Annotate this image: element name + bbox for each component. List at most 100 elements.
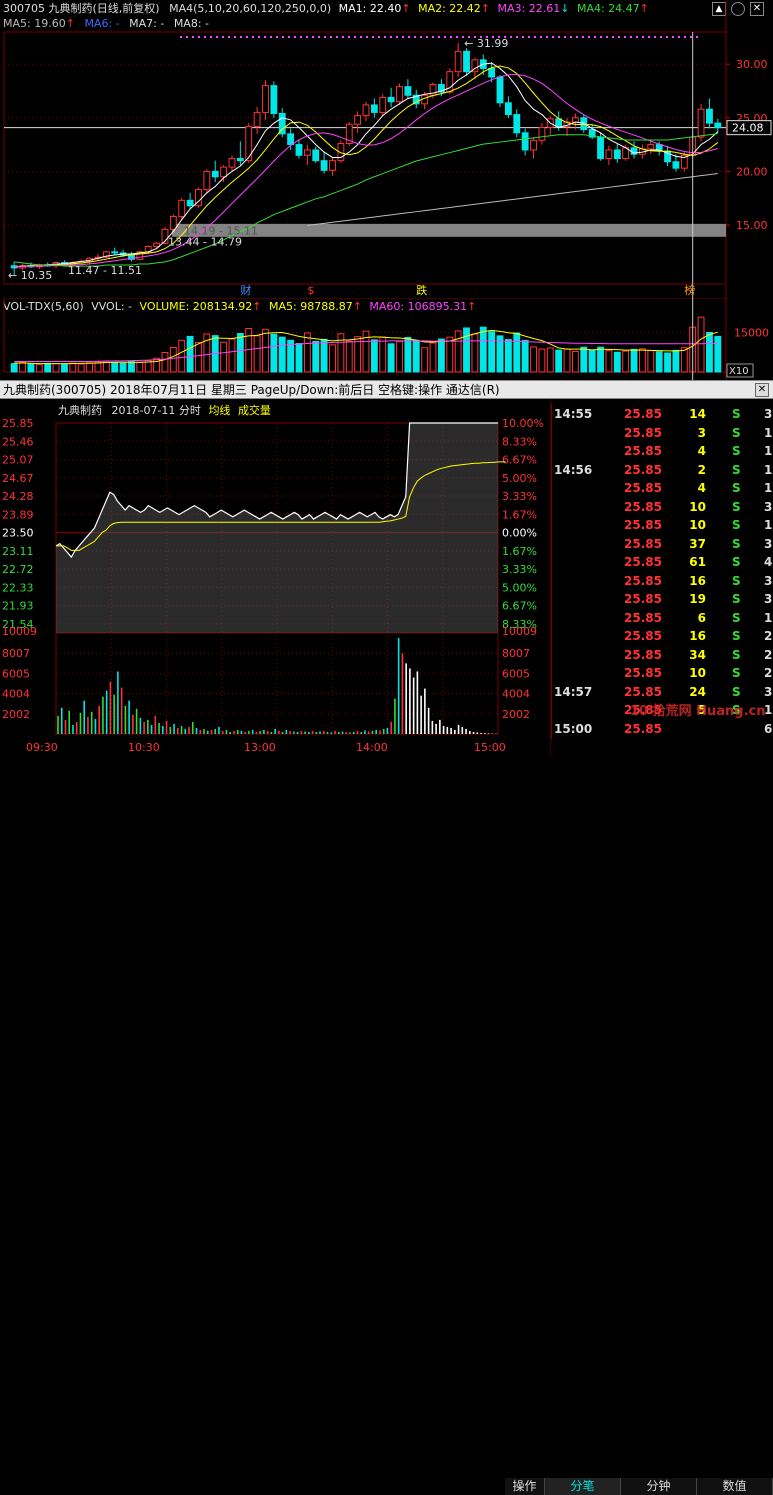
vol-bar xyxy=(111,362,119,373)
k-candle xyxy=(245,125,253,162)
k-top-marker-dot xyxy=(672,36,674,38)
tick-side: S xyxy=(732,481,741,495)
k-top-marker-dot xyxy=(294,36,296,38)
k-candle xyxy=(320,160,328,171)
tick-price: 25.85 xyxy=(624,444,662,458)
vol-bar xyxy=(446,336,454,373)
intraday-price-fill xyxy=(56,423,498,633)
intraday-time-label: 13:00 xyxy=(244,741,276,754)
watermark: 10 拾荒网 Huang.cn xyxy=(630,700,770,744)
k-top-marker-dot xyxy=(402,36,404,38)
vol-bar xyxy=(312,340,320,373)
tick-count: 3 xyxy=(764,573,773,588)
k-top-marker-dot xyxy=(696,36,698,38)
vol-bar xyxy=(270,333,278,373)
k-event-marker: 财 xyxy=(240,283,251,297)
intraday-price-axis-left: 22.33 xyxy=(2,581,34,594)
intraday-price-axis-left: 21.93 xyxy=(2,600,34,613)
tick-side: S xyxy=(732,499,741,514)
k-top-marker-dot xyxy=(516,36,518,38)
k-top-marker-dot xyxy=(246,36,248,38)
tick-volume: 4 xyxy=(697,444,706,458)
tick-count: 3 xyxy=(764,592,773,606)
vol-bar xyxy=(714,335,722,373)
k-candle xyxy=(597,136,604,160)
intraday-price-axis-right: 3.33% xyxy=(502,490,537,503)
intraday-price-axis-right: 0.00% xyxy=(502,527,537,540)
k-top-marker-dot xyxy=(372,36,374,38)
k-candle xyxy=(329,160,336,171)
tick-count: 1 xyxy=(764,610,773,625)
k-candle xyxy=(211,170,219,178)
tick-row: 25.85 16 S 3 xyxy=(552,571,773,591)
k-candle xyxy=(454,50,462,73)
vol-bar xyxy=(479,326,487,373)
intraday-price-axis-left: 23.89 xyxy=(2,508,34,521)
k-top-marker-dot xyxy=(276,36,278,38)
tick-volume: 34 xyxy=(689,647,706,662)
tick-time: 14:55 xyxy=(554,407,593,421)
vol-bar xyxy=(597,346,604,373)
tick-volume: 16 xyxy=(689,573,706,588)
tick-side: S xyxy=(732,666,741,680)
tab-values[interactable]: 数值 xyxy=(697,1478,773,1495)
k-top-marker-dot xyxy=(324,36,326,38)
vol-bar xyxy=(680,347,688,373)
watermark-text: 10 拾荒网 Huang.cn xyxy=(630,704,766,719)
k-candle xyxy=(253,111,261,127)
vol-bar xyxy=(128,361,135,373)
tick-volume: 3 xyxy=(697,425,706,440)
vol-bar xyxy=(253,335,261,373)
k-top-marker-dot xyxy=(180,36,182,38)
tick-price: 25.85 xyxy=(624,629,662,643)
vol-bar xyxy=(429,342,437,373)
intraday-price-axis-left: 22.72 xyxy=(2,563,34,576)
vol-bar xyxy=(396,340,403,373)
k-top-marker-dot xyxy=(432,36,434,38)
intraday-price-axis-left: 23.50 xyxy=(2,527,34,540)
vol-bar xyxy=(337,333,345,373)
vol-bar xyxy=(580,346,588,373)
k-candle xyxy=(387,96,395,103)
close-icon[interactable]: ✕ xyxy=(755,383,769,397)
tab-minutes[interactable]: 分钟 xyxy=(621,1478,697,1495)
tick-side: S xyxy=(732,536,741,551)
k-volume-chart: 15000 X10 xyxy=(3,298,769,380)
intraday-vol-axis-right: 4004 xyxy=(502,688,530,701)
tick-side: S xyxy=(732,462,741,477)
tick-count: 3 xyxy=(764,407,773,421)
tick-price: 25.85 xyxy=(624,573,662,588)
vol-bar xyxy=(379,336,387,373)
k-top-marker-dot xyxy=(336,36,338,38)
tab-ticks[interactable]: 分笔 xyxy=(545,1478,621,1495)
k-top-marker-dot xyxy=(564,36,566,38)
vol-bar xyxy=(178,339,186,373)
k-candle xyxy=(111,251,119,254)
k-top-marker-dot xyxy=(522,36,524,38)
intraday-price-axis-right: 6.67% xyxy=(502,600,537,613)
k-top-marker-dot xyxy=(312,36,314,38)
vol-bar xyxy=(370,339,378,373)
tick-price: 25.85 xyxy=(624,555,662,569)
k-top-marker-dot xyxy=(600,36,602,38)
k-candle xyxy=(530,139,537,151)
tick-price: 25.85 xyxy=(624,592,662,606)
intraday-price-axis-right: 5.00% xyxy=(502,581,537,594)
vol-bar xyxy=(69,362,77,373)
tick-price: 25.85 xyxy=(624,407,662,421)
k-candle xyxy=(672,161,680,169)
tick-row: 14:56 25.85 2 S 1 xyxy=(552,460,773,480)
k-top-marker-dot xyxy=(378,36,380,38)
k-range1-label: 11.47 - 11.51 xyxy=(68,264,142,277)
vol-bar xyxy=(563,348,571,373)
vol-bar xyxy=(672,349,680,373)
intraday-price-axis-left: 23.11 xyxy=(2,545,34,558)
tab-operation[interactable]: 操作 xyxy=(505,1478,545,1495)
intraday-time-label: 15:00 xyxy=(474,741,506,754)
k-top-marker-dot xyxy=(588,36,590,38)
k-candle xyxy=(220,166,228,178)
k-top-marker-dot xyxy=(546,36,548,38)
k-candle xyxy=(571,117,579,123)
k-candle xyxy=(295,144,303,156)
intraday-time-label: 10:30 xyxy=(128,741,160,754)
